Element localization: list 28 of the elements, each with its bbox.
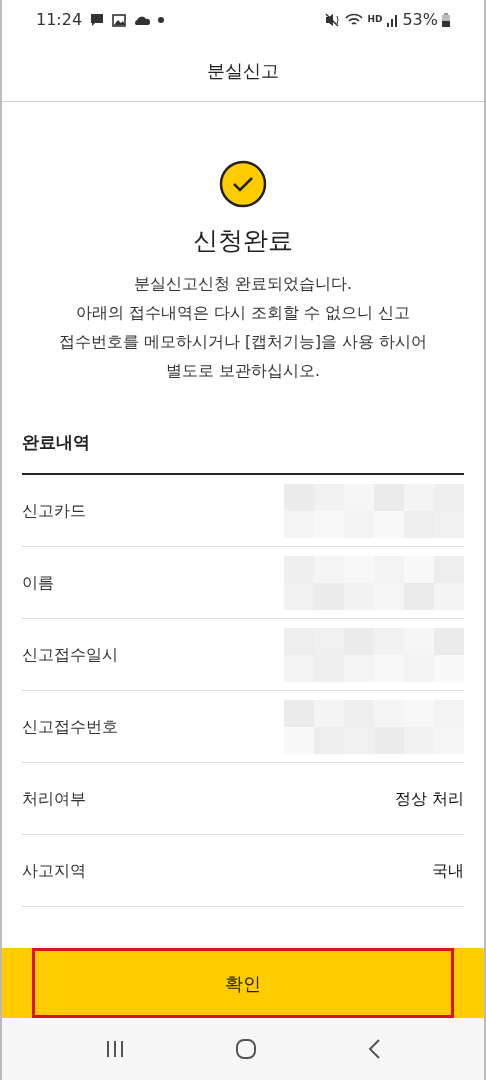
wifi-icon (345, 13, 364, 27)
back-icon[interactable] (367, 1039, 381, 1059)
mute-icon (325, 13, 342, 27)
row-label: 신고접수일시 (22, 643, 118, 666)
recent-apps-icon[interactable] (105, 1040, 125, 1058)
row-label: 신고접수번호 (22, 715, 118, 738)
image-icon (112, 13, 127, 27)
row-label: 신고카드 (22, 499, 86, 522)
battery-percent: 53% (402, 9, 438, 31)
clock-time: 11:24 (36, 9, 83, 31)
confirm-button[interactable]: 확인 (32, 948, 454, 1018)
signal-icon (386, 13, 399, 27)
completion-message: 분실신고신청 완료되었습니다. 아래의 접수내역은 다시 조회할 수 없으니 신고 접수번호를 메모하시거나 [캡처기능]을 사용 하시어 별도로 보관하십시오. (59, 273, 427, 382)
row-label: 사고지역 (22, 859, 86, 882)
row-label: 처리여부 (22, 787, 86, 810)
cloud-icon (134, 15, 151, 25)
hd-voice-label: HD (367, 13, 383, 27)
page-title: 분실신고 (207, 59, 279, 83)
chat-icon (90, 13, 105, 27)
home-icon[interactable] (235, 1038, 257, 1060)
checkmark-icon (219, 160, 267, 208)
completion-title: 신청완료 (193, 225, 293, 257)
dot-icon (158, 17, 165, 23)
row-value: 정상 처리 (394, 787, 464, 810)
section-title: 완료내역 (22, 385, 464, 475)
row-label: 이름 (22, 571, 54, 594)
row-value: 국내 (432, 859, 464, 882)
battery-icon (442, 13, 450, 27)
